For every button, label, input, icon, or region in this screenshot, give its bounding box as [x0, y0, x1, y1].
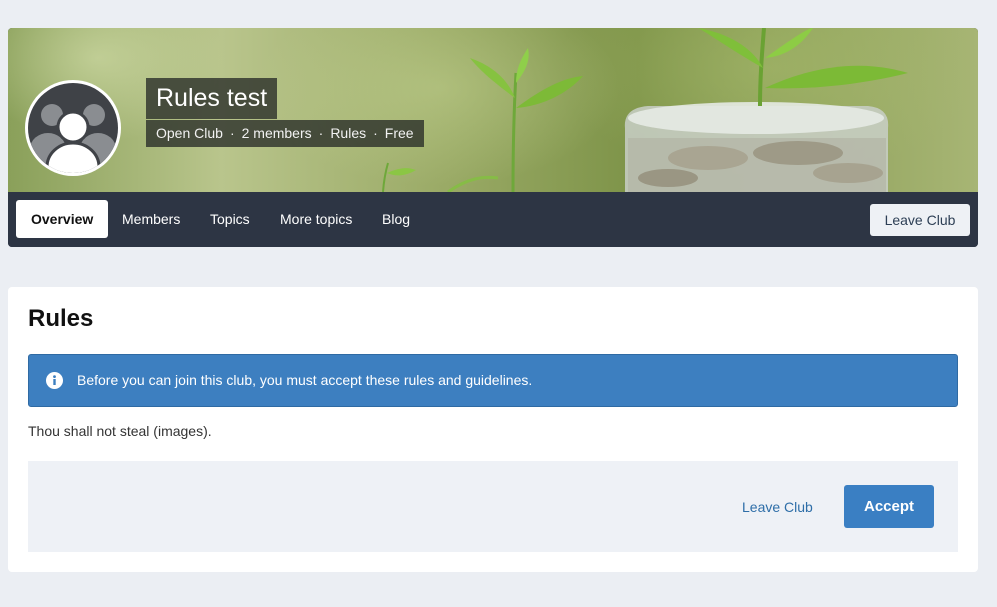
tab-members[interactable]: Members	[107, 200, 195, 238]
tab-blog[interactable]: Blog	[367, 200, 425, 238]
leave-club-button[interactable]: Leave Club	[870, 204, 970, 236]
club-type: Open Club	[156, 125, 223, 141]
tab-topics[interactable]: Topics	[195, 200, 265, 238]
club-price: Free	[384, 125, 414, 141]
meta-separator: ·	[318, 125, 324, 141]
leave-club-link[interactable]: Leave Club	[742, 499, 813, 515]
group-avatar-icon	[28, 83, 118, 173]
tab-more-topics[interactable]: More topics	[265, 200, 367, 238]
rules-heading: Rules	[28, 305, 94, 332]
club-nav-bar: Overview Members Topics More topics Blog…	[8, 192, 978, 247]
rules-panel: Rules Before you can join this club, you…	[8, 287, 978, 572]
club-header: Rules test Open Club · 2 members · Rules · Fre…	[8, 28, 978, 247]
club-members-count[interactable]: 2 members	[242, 125, 312, 141]
rules-actions-bar: Leave Club Accept	[28, 461, 958, 552]
meta-separator: ·	[373, 125, 378, 141]
accept-button[interactable]: Accept	[844, 485, 934, 528]
meta-separator: ·	[229, 125, 235, 141]
club-rules-link[interactable]: Rules	[330, 125, 366, 141]
club-title: Rules test	[146, 78, 278, 119]
club-avatar[interactable]	[25, 80, 121, 176]
club-meta: Open Club · 2 members · Rules · Free	[146, 120, 424, 147]
rules-notice: Before you can join this club, you must …	[28, 354, 958, 407]
rules-notice-text: Before you can join this club, you must …	[77, 372, 533, 388]
info-icon	[46, 372, 63, 389]
tab-overview[interactable]: Overview	[16, 200, 109, 238]
rules-content: Thou shall not steal (images).	[28, 423, 212, 439]
